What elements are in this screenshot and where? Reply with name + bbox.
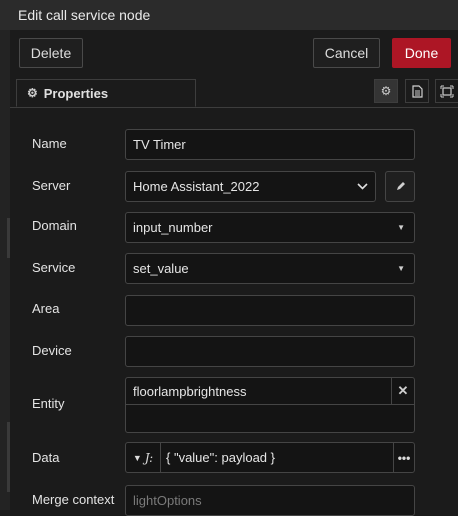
- close-icon[interactable]: ✕: [391, 378, 414, 405]
- data-type-selector[interactable]: ▼ J:: [126, 443, 161, 472]
- name-field[interactable]: TV Timer: [125, 129, 415, 160]
- area-label: Area: [32, 301, 60, 316]
- area-field[interactable]: [125, 295, 415, 326]
- device-field[interactable]: [125, 336, 415, 367]
- ellipsis-icon: •••: [397, 450, 411, 465]
- data-label: Data: [32, 450, 60, 465]
- tab-appearance[interactable]: [435, 79, 458, 103]
- name-label: Name: [32, 136, 67, 151]
- merge-context-label: Merge context: [32, 492, 115, 507]
- done-button[interactable]: Done: [392, 38, 451, 68]
- service-select[interactable]: set_value ▼: [125, 253, 415, 284]
- domain-label: Domain: [32, 218, 77, 233]
- cancel-button[interactable]: Cancel: [313, 38, 380, 68]
- properties-form: Name TV Timer Server Home Assistant_2022…: [10, 108, 458, 516]
- tab-properties-label: Properties: [43, 85, 109, 101]
- caret-down-icon: ▼: [397, 264, 405, 273]
- caret-down-icon: ▼: [397, 223, 405, 232]
- data-value: { "value": payload }: [166, 450, 275, 465]
- service-value: set_value: [133, 261, 189, 276]
- tab-settings[interactable]: ⚙: [374, 79, 398, 103]
- entity-divider: [126, 404, 414, 405]
- gear-icon: ⚙: [380, 84, 392, 98]
- device-label: Device: [32, 343, 72, 358]
- domain-select[interactable]: input_number ▼: [125, 212, 415, 243]
- server-label: Server: [32, 178, 71, 193]
- gear-icon: ⚙: [27, 86, 38, 100]
- entity-label: Entity: [32, 396, 65, 411]
- entity-tag: floorlampbrightness: [133, 384, 247, 399]
- tab-bar: ⚙ Properties ⚙: [10, 76, 458, 108]
- dialog-titlebar: Edit call service node: [0, 0, 458, 31]
- server-value: Home Assistant_2022: [133, 179, 260, 194]
- pencil-icon: [396, 182, 405, 190]
- service-label: Service: [32, 260, 76, 275]
- server-select[interactable]: Home Assistant_2022: [125, 171, 376, 202]
- caret-down-icon: ▼: [132, 452, 142, 463]
- chevron-down-icon: [357, 183, 368, 190]
- jsonata-icon: J:: [144, 450, 154, 465]
- tab-properties[interactable]: ⚙ Properties: [16, 79, 196, 107]
- workspace-edge: [0, 30, 10, 510]
- merge-context-placeholder: lightOptions: [133, 493, 202, 508]
- dialog-toolbar: Delete Cancel Done: [10, 30, 458, 76]
- description-icon: [411, 84, 423, 98]
- delete-button[interactable]: Delete: [19, 38, 83, 68]
- domain-value: input_number: [133, 220, 213, 235]
- appearance-icon: [440, 85, 454, 97]
- tab-description[interactable]: [405, 79, 429, 103]
- data-typed-input[interactable]: ▼ J: { "value": payload } •••: [125, 442, 415, 473]
- dialog-title: Edit call service node: [18, 7, 151, 23]
- name-value: TV Timer: [133, 137, 186, 152]
- expand-editor-button[interactable]: •••: [393, 443, 414, 472]
- merge-context-field[interactable]: lightOptions: [125, 485, 415, 516]
- entity-field[interactable]: floorlampbrightness ✕: [125, 377, 415, 433]
- edit-server-button[interactable]: [385, 171, 415, 202]
